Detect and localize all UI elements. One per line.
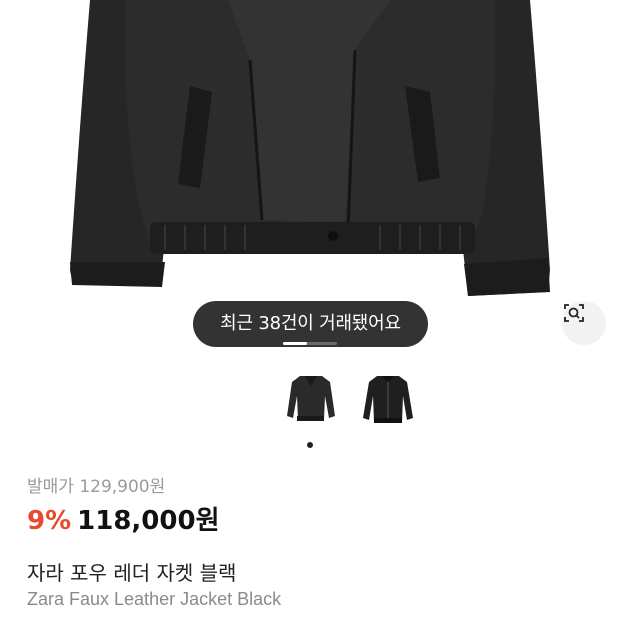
recent-trades-toast: 최근 38건이 거래됐어요 (193, 301, 428, 347)
gallery-page-indicator (307, 442, 313, 448)
gallery-progress (283, 342, 337, 345)
product-main-image[interactable]: 최근 38건이 거래됐어요 (0, 0, 620, 360)
jacket-bomber-thumbnail[interactable] (357, 368, 419, 430)
jacket-front-thumbnail[interactable] (280, 368, 342, 430)
price-row: 9% 118,000원 (27, 500, 220, 536)
jacket-front-thumbnail-image (287, 376, 335, 421)
discount-rate: 9% (27, 506, 72, 536)
current-price: 118,000원 (77, 506, 220, 536)
image-search-button[interactable] (562, 301, 606, 345)
product-title-korean: 자라 포우 레더 자켓 블랙 (27, 561, 237, 585)
gallery-progress-fill (283, 342, 308, 345)
original-release-price: 발매가 129,900원 (27, 477, 166, 497)
image-search-icon (564, 304, 584, 322)
jacket-bomber-thumbnail-image (363, 376, 413, 423)
product-title-english: Zara Faux Leather Jacket Black (27, 589, 282, 609)
